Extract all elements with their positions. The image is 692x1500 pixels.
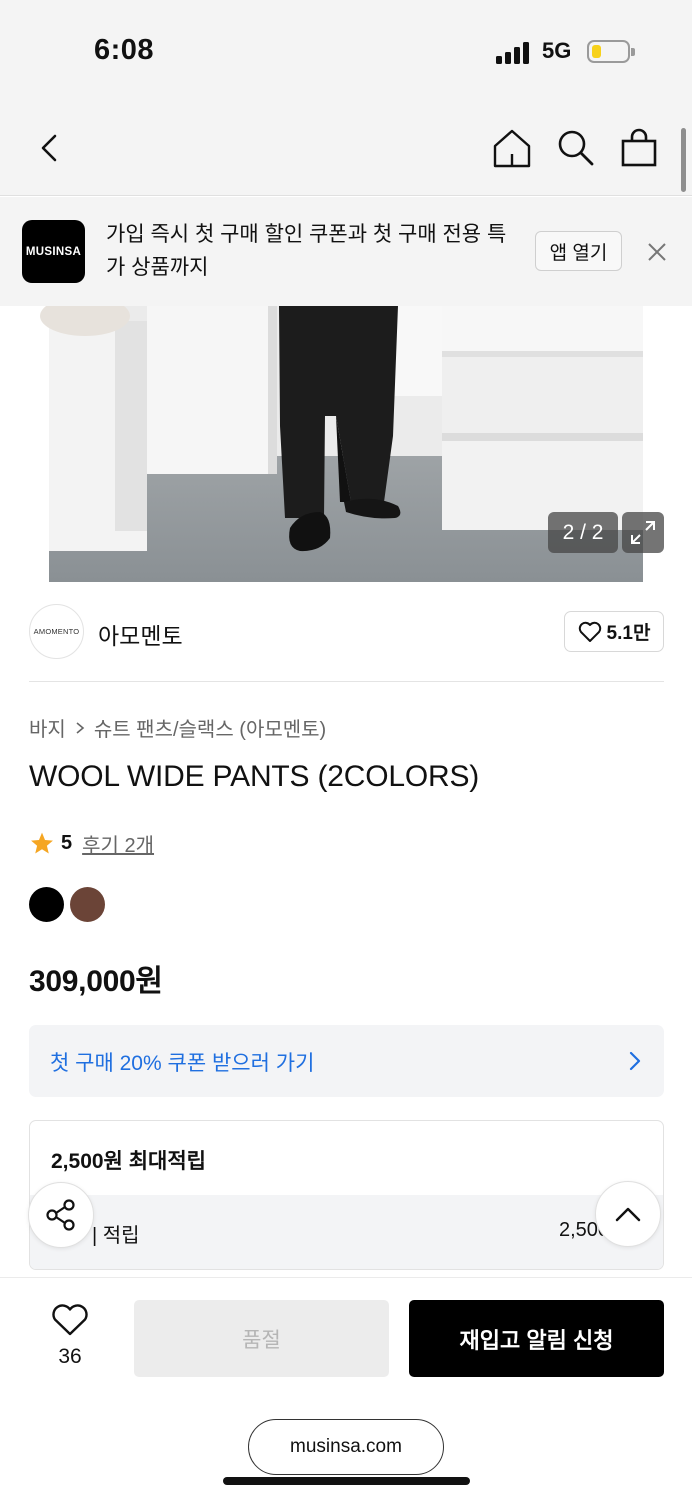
signal-icon bbox=[496, 42, 532, 64]
close-icon[interactable] bbox=[645, 240, 669, 269]
star-icon bbox=[31, 832, 53, 854]
musinsa-logo: MUSINSA bbox=[22, 220, 85, 283]
soldout-button: 품절 bbox=[134, 1300, 389, 1377]
chevron-up-icon bbox=[615, 1207, 641, 1222]
status-bar: 6:08 5G bbox=[0, 0, 692, 100]
color-swatch-brown[interactable] bbox=[70, 887, 105, 922]
heart-icon bbox=[52, 1304, 88, 1336]
points-row-label: | 적립 bbox=[92, 1225, 140, 1247]
wishlist-button[interactable] bbox=[50, 1303, 90, 1342]
breadcrumb-category[interactable]: 바지 bbox=[29, 713, 66, 742]
open-app-button[interactable]: 앱 열기 bbox=[535, 231, 622, 271]
banner-text: 가입 즉시 첫 구매 할인 쿠폰과 첫 구매 전용 특가 상품까지 bbox=[106, 223, 507, 279]
chevron-right-icon bbox=[76, 721, 85, 734]
rating-score: 5 bbox=[61, 832, 73, 854]
home-icon[interactable] bbox=[492, 128, 532, 168]
breadcrumb-subcategory[interactable]: 슈트 팬츠/슬랙스 (아모멘토) bbox=[94, 713, 326, 742]
brand-logo[interactable]: AMOMENTO bbox=[29, 604, 84, 659]
top-nav bbox=[0, 100, 692, 196]
scroll-to-top-button[interactable] bbox=[595, 1181, 661, 1247]
brand-like-count: 5.1만 bbox=[606, 623, 651, 644]
brand-like-button[interactable]: 5.1만 bbox=[564, 611, 664, 652]
points-row: | 적립 2,500 bbox=[30, 1195, 663, 1269]
search-icon[interactable] bbox=[555, 128, 595, 168]
points-title: 2,500원 최대적립 bbox=[51, 1150, 206, 1173]
reviews-link[interactable]: 후기 2개 bbox=[82, 829, 154, 858]
divider bbox=[29, 681, 664, 682]
wishlist-count: 36 bbox=[58, 1345, 82, 1368]
share-icon bbox=[46, 1199, 75, 1231]
first-purchase-coupon-banner[interactable]: 첫 구매 20% 쿠폰 받으러 가기 bbox=[29, 1025, 664, 1097]
url-bar[interactable]: musinsa.com bbox=[248, 1419, 444, 1475]
product-price: 309,000원 bbox=[29, 965, 163, 998]
points-card: 2,500원 최대적립 | 적립 2,500 bbox=[29, 1120, 664, 1270]
coupon-text: 첫 구매 20% 쿠폰 받으러 가기 bbox=[50, 1052, 315, 1075]
rating: 5 후기 2개 bbox=[29, 829, 154, 858]
expand-icon[interactable] bbox=[622, 512, 664, 553]
chevron-left-icon[interactable] bbox=[30, 128, 70, 168]
brand-name[interactable]: 아모멘토 bbox=[98, 617, 183, 651]
chevron-right-icon bbox=[628, 1049, 642, 1078]
product-title: WOOL WIDE PANTS (2COLORS) bbox=[29, 760, 480, 793]
image-counter: 2 / 2 bbox=[548, 512, 618, 553]
status-time: 6:08 bbox=[94, 34, 155, 66]
restock-alert-button[interactable]: 재입고 알림 신청 bbox=[409, 1300, 664, 1377]
network-type: 5G bbox=[542, 38, 572, 63]
share-button[interactable] bbox=[28, 1182, 94, 1248]
app-install-banner: MUSINSA 가입 즉시 첫 구매 할인 쿠폰과 첫 구매 전용 특가 상품까… bbox=[0, 197, 692, 306]
color-swatch-black[interactable] bbox=[29, 887, 64, 922]
shopping-bag-icon[interactable] bbox=[619, 128, 659, 168]
battery-icon bbox=[587, 40, 635, 63]
home-indicator[interactable] bbox=[223, 1477, 470, 1485]
scrollbar[interactable] bbox=[681, 128, 686, 192]
breadcrumb: 바지 슈트 팬츠/슬랙스 (아모멘토) bbox=[29, 713, 326, 742]
heart-icon bbox=[578, 621, 601, 642]
